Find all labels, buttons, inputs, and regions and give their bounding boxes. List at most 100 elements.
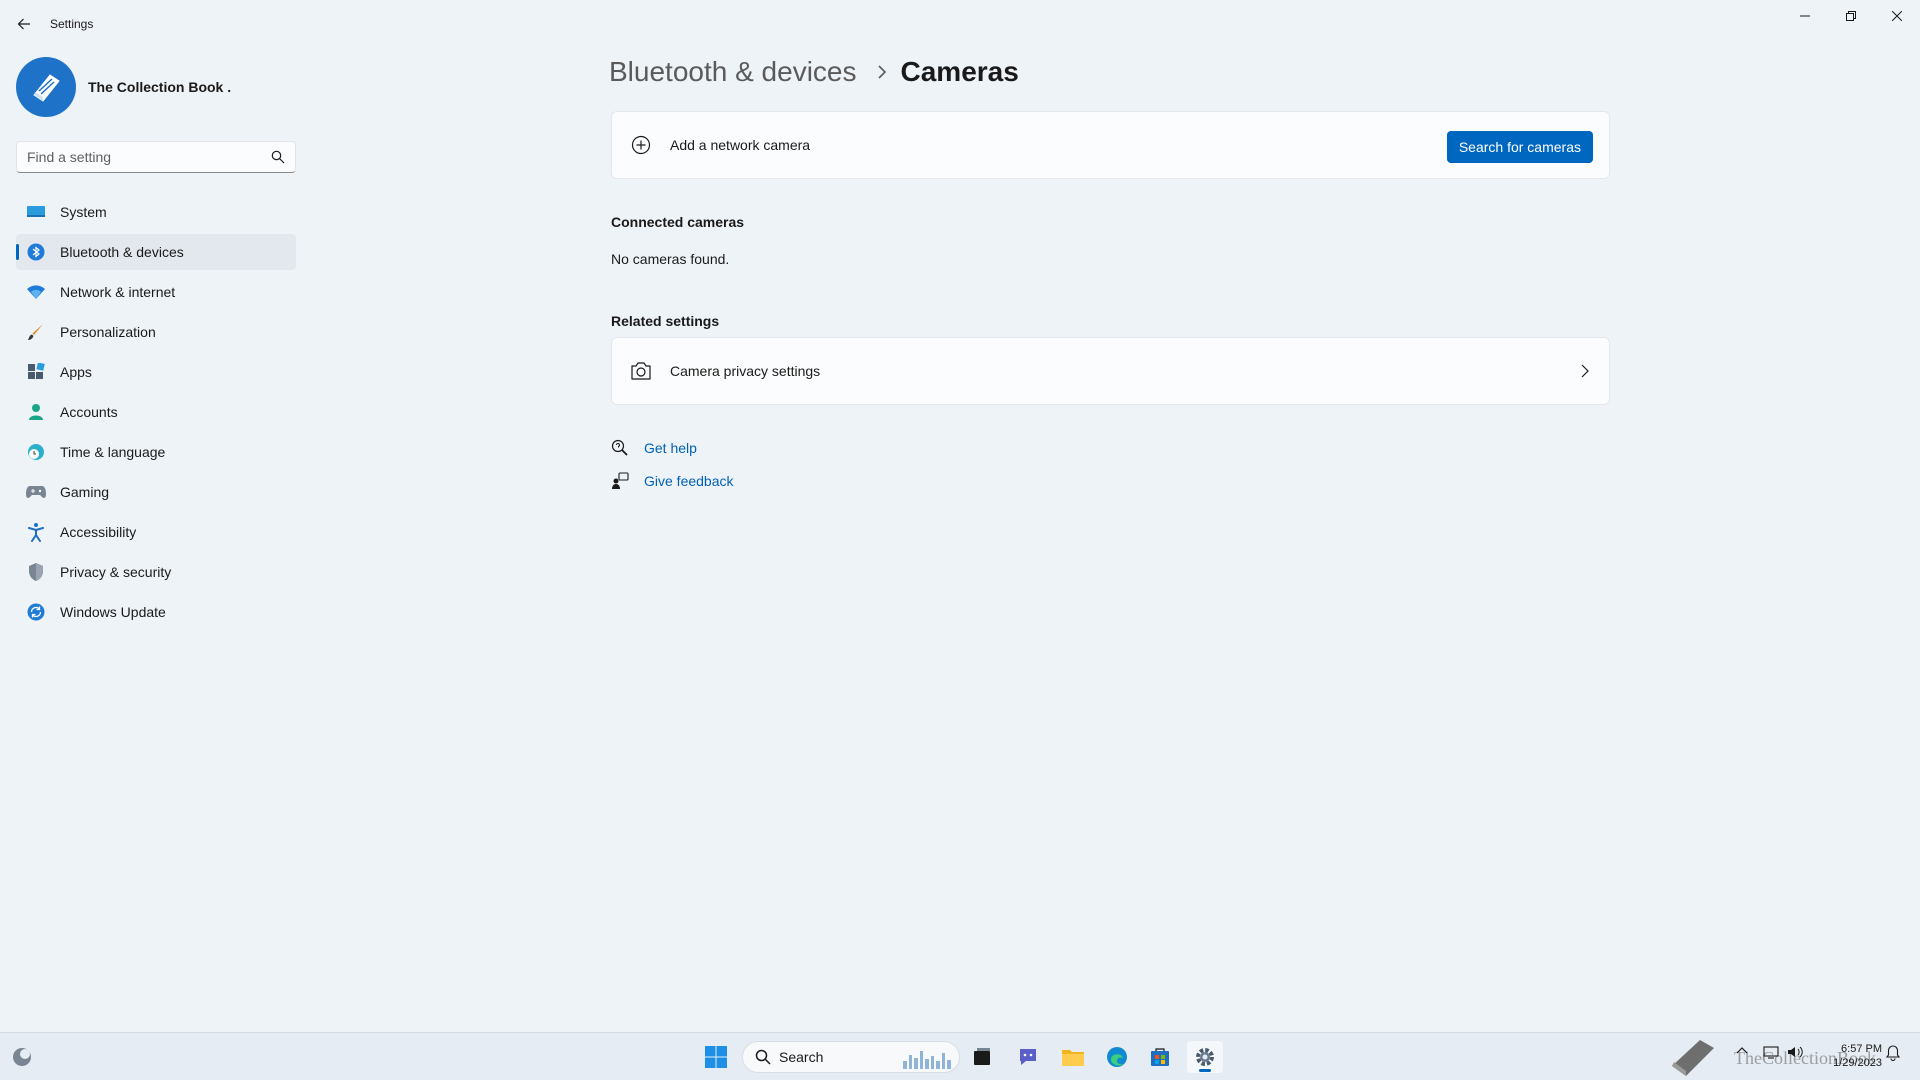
taskbar-file-explorer[interactable] bbox=[1055, 1041, 1091, 1073]
city-skyline-icon bbox=[903, 1051, 951, 1069]
page-title: Cameras bbox=[900, 56, 1019, 87]
brush-icon bbox=[26, 322, 46, 342]
breadcrumb-parent-link[interactable]: Bluetooth & devices bbox=[609, 56, 857, 88]
sidebar-nav: System Bluetooth & devices Network & int… bbox=[16, 194, 296, 634]
sidebar-item-label: Windows Update bbox=[60, 604, 166, 620]
camera-privacy-settings-card[interactable]: Camera privacy settings bbox=[611, 337, 1610, 405]
notifications-icon[interactable] bbox=[1886, 1045, 1900, 1061]
sidebar-item-label: Accessibility bbox=[60, 524, 137, 540]
restore-button[interactable] bbox=[1828, 0, 1874, 32]
profile-name: The Collection Book . bbox=[88, 79, 232, 95]
clock-time: 6:57 PM bbox=[1841, 1043, 1882, 1055]
minimize-icon bbox=[1800, 15, 1810, 17]
back-button[interactable] bbox=[10, 10, 38, 38]
sidebar-item-accounts[interactable]: Accounts bbox=[16, 394, 296, 430]
sidebar-item-bluetooth[interactable]: Bluetooth & devices bbox=[16, 234, 296, 270]
taskbar-clock[interactable]: 6:57 PM 1/29/2023 bbox=[1822, 1042, 1882, 1070]
connected-cameras-heading: Connected cameras bbox=[611, 214, 745, 230]
help-search-icon bbox=[611, 439, 629, 457]
sidebar-item-windows-update[interactable]: Windows Update bbox=[16, 594, 296, 630]
gamepad-icon bbox=[26, 482, 46, 502]
sidebar-item-label: Network & internet bbox=[60, 284, 176, 300]
sidebar-item-label: Privacy & security bbox=[60, 564, 172, 580]
close-button[interactable] bbox=[1874, 0, 1920, 32]
search-icon bbox=[755, 1049, 771, 1065]
add-network-camera-card: Add a network camera Search for cameras bbox=[611, 111, 1610, 179]
gear-icon bbox=[1196, 1048, 1214, 1066]
sidebar-item-label: Bluetooth & devices bbox=[60, 244, 184, 260]
taskbar-store[interactable] bbox=[1142, 1041, 1178, 1073]
network-status-icon[interactable] bbox=[1763, 1045, 1779, 1059]
weather-widget-icon[interactable] bbox=[10, 1045, 34, 1069]
sidebar-item-label: Apps bbox=[60, 364, 92, 380]
close-icon bbox=[1892, 11, 1902, 21]
app-title: Settings bbox=[50, 17, 94, 31]
title-bar: Settings bbox=[0, 0, 1920, 48]
taskbar: Search TheCollectionBook 6:57 PM 1/29/20… bbox=[0, 1032, 1920, 1080]
user-profile[interactable]: The Collection Book . bbox=[16, 57, 231, 117]
chat-icon bbox=[1020, 1049, 1036, 1065]
settings-search[interactable] bbox=[16, 141, 296, 173]
edge-browser-icon bbox=[1107, 1047, 1127, 1067]
sidebar-item-label: Gaming bbox=[60, 484, 110, 500]
chevron-up-icon[interactable] bbox=[1736, 1045, 1748, 1057]
clock-date: 1/29/2023 bbox=[1833, 1057, 1882, 1069]
related-settings-heading: Related settings bbox=[611, 313, 720, 329]
volume-icon[interactable] bbox=[1787, 1045, 1803, 1059]
start-button[interactable] bbox=[698, 1041, 734, 1073]
sidebar-item-label: Time & language bbox=[60, 444, 166, 460]
sidebar-item-privacy-security[interactable]: Privacy & security bbox=[16, 554, 296, 590]
minimize-button[interactable] bbox=[1782, 0, 1828, 32]
search-for-cameras-button[interactable]: Search for cameras bbox=[1446, 131, 1593, 163]
bluetooth-icon bbox=[26, 242, 46, 262]
windows-logo-icon bbox=[705, 1046, 727, 1068]
update-icon bbox=[26, 602, 46, 622]
person-icon bbox=[26, 402, 46, 422]
chevron-right-icon bbox=[877, 65, 887, 79]
chevron-right-icon bbox=[1581, 364, 1589, 378]
accessibility-icon bbox=[26, 522, 46, 542]
camera-icon bbox=[629, 359, 653, 383]
camera-privacy-settings-label: Camera privacy settings bbox=[670, 363, 821, 379]
globe-clock-icon bbox=[26, 442, 46, 462]
search-icon[interactable] bbox=[271, 150, 285, 164]
sidebar-item-personalization[interactable]: Personalization bbox=[16, 314, 296, 350]
book-logo-icon bbox=[1672, 1040, 1714, 1076]
folder-icon bbox=[1062, 1050, 1084, 1066]
shield-icon bbox=[26, 562, 46, 582]
give-feedback-link[interactable]: Give feedback bbox=[611, 472, 734, 490]
feedback-icon bbox=[611, 472, 629, 490]
get-help-link[interactable]: Get help bbox=[611, 439, 697, 457]
taskbar-task-view[interactable] bbox=[964, 1041, 1000, 1073]
store-bag-icon bbox=[1151, 1048, 1169, 1066]
add-circle-icon bbox=[629, 133, 653, 157]
add-network-camera-label: Add a network camera bbox=[670, 137, 811, 153]
taskbar-chat[interactable] bbox=[1010, 1041, 1046, 1073]
sidebar-item-label: Accounts bbox=[60, 404, 118, 420]
sidebar-item-accessibility[interactable]: Accessibility bbox=[16, 514, 296, 550]
search-input[interactable] bbox=[27, 142, 267, 172]
avatar bbox=[16, 57, 76, 117]
monitor-icon bbox=[26, 202, 46, 222]
book-icon bbox=[33, 74, 60, 102]
taskbar-edge[interactable] bbox=[1099, 1041, 1135, 1073]
taskbar-settings[interactable] bbox=[1187, 1041, 1223, 1073]
wifi-icon bbox=[26, 282, 46, 302]
give-feedback-label: Give feedback bbox=[644, 473, 734, 489]
sidebar-item-label: Personalization bbox=[60, 324, 156, 340]
taskbar-search[interactable]: Search bbox=[742, 1041, 960, 1073]
restore-icon bbox=[1846, 11, 1856, 21]
sidebar-item-time-language[interactable]: Time & language bbox=[16, 434, 296, 470]
breadcrumb: Bluetooth & devices Cameras bbox=[609, 56, 1019, 88]
sidebar-item-apps[interactable]: Apps bbox=[16, 354, 296, 390]
sidebar-item-label: System bbox=[60, 204, 107, 220]
arrow-left-icon bbox=[17, 18, 30, 30]
apps-icon bbox=[26, 362, 46, 382]
sidebar-item-system[interactable]: System bbox=[16, 194, 296, 230]
sidebar-item-gaming[interactable]: Gaming bbox=[16, 474, 296, 510]
sidebar-item-network[interactable]: Network & internet bbox=[16, 274, 296, 310]
task-view-icon bbox=[974, 1048, 990, 1065]
get-help-label: Get help bbox=[644, 440, 697, 456]
no-cameras-message: No cameras found. bbox=[611, 251, 730, 267]
taskbar-search-label: Search bbox=[779, 1049, 824, 1065]
